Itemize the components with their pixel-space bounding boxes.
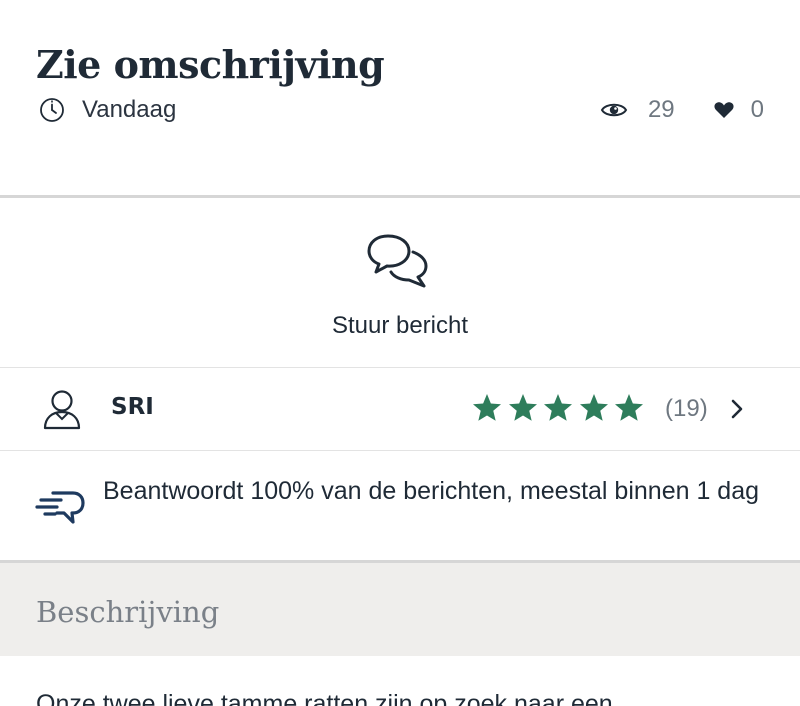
- likes-count: 0: [750, 96, 764, 123]
- views-count: 29: [647, 96, 675, 123]
- star-icon: [507, 392, 539, 424]
- chevron-right-icon[interactable]: [730, 398, 744, 420]
- star-icon: [613, 392, 645, 424]
- description-section-header: Beschrijving: [0, 563, 800, 656]
- date-label: Vandaag: [82, 96, 177, 123]
- review-count: (19): [665, 395, 708, 422]
- listing-date: Vandaag: [38, 95, 176, 125]
- star-icon: [471, 392, 503, 424]
- send-message-label: Stuur bericht: [331, 312, 469, 339]
- user-icon: [42, 388, 82, 430]
- send-message-button[interactable]: Stuur bericht: [0, 198, 800, 367]
- response-rate-text: Beantwoordt 100% van de berichten, meest…: [103, 477, 760, 505]
- seller-row[interactable]: SRI (19): [0, 368, 800, 450]
- seller-rating: [471, 390, 649, 426]
- listing-title: Zie omschrijving: [36, 42, 385, 87]
- listing-stats: 29 0: [600, 95, 764, 125]
- response-rate-row: Beantwoordt 100% van de berichten, meest…: [0, 451, 800, 559]
- description-body: Onze twee lieve tamme ratten zijn op zoe…: [0, 656, 800, 706]
- fast-reply-icon: [35, 487, 85, 527]
- chat-bubbles-icon: [366, 228, 434, 292]
- listing-header: Zie omschrijving Vandaag 29 0: [0, 0, 800, 195]
- seller-name: SRI: [111, 394, 154, 420]
- star-icon: [542, 392, 574, 424]
- eye-icon: [600, 100, 628, 120]
- star-icon: [578, 392, 610, 424]
- description-heading: Beschrijving: [36, 595, 220, 629]
- description-text: Onze twee lieve tamme ratten zijn op zoe…: [36, 690, 613, 706]
- heart-icon[interactable]: [713, 100, 735, 120]
- clock-icon: [38, 96, 66, 124]
